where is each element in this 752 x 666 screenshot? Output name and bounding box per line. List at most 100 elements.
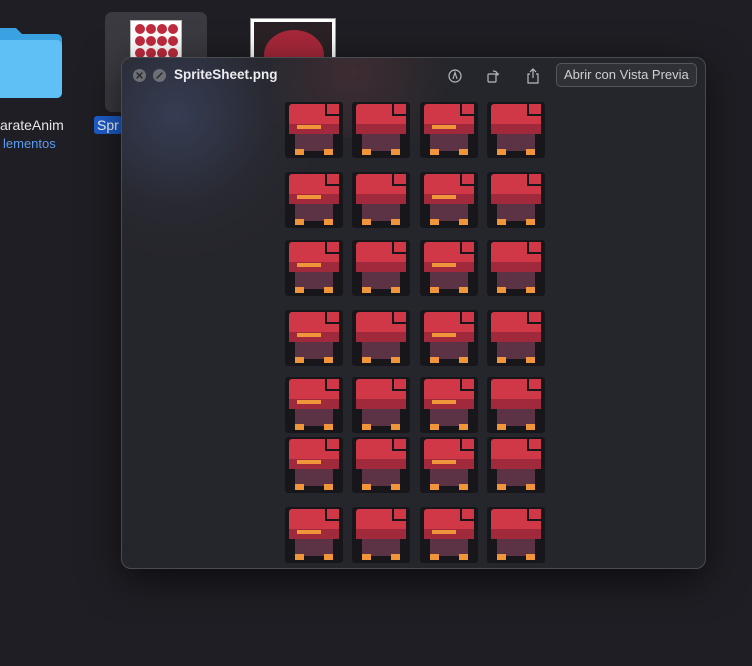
sprite-knot [325,437,341,451]
sprite-foot1 [295,149,304,155]
sprite-foot1 [362,219,371,225]
sprite-band [432,460,456,464]
sprite-knot [460,310,476,324]
sprite-band [432,333,456,337]
sprite-frame [285,435,343,493]
sprite-foot2 [526,424,535,430]
sprite-knot [325,240,341,254]
sprite-foot1 [430,484,439,490]
sprite-knot [527,102,543,116]
sprite-knot [392,240,408,254]
sprite-sheet-preview [285,100,557,568]
open-with-preview-button[interactable]: Abrir con Vista Previa [556,63,697,87]
sprite-head-shade [356,124,406,134]
sprite-foot2 [526,219,535,225]
sprite-head-shade [356,332,406,342]
sprite-frame [487,238,545,296]
sprite-foot2 [324,357,333,363]
sprite-foot1 [295,287,304,293]
sprite-frame [420,375,478,433]
sprite-frame [352,308,410,366]
sprite-foot2 [324,424,333,430]
sprite-foot1 [497,424,506,430]
sprite-knot [527,172,543,186]
sprite-foot2 [459,357,468,363]
sprite-band [297,460,321,464]
sprite-foot1 [430,219,439,225]
sprite-foot2 [324,287,333,293]
sprite-foot1 [497,484,506,490]
sprite-foot2 [391,219,400,225]
sprite-band [432,125,456,129]
sprite-foot1 [497,554,506,560]
sprite-foot2 [526,554,535,560]
sprite-foot1 [295,424,304,430]
sprite-foot1 [295,484,304,490]
sprite-foot2 [459,149,468,155]
sprite-foot2 [459,424,468,430]
sprite-knot [527,240,543,254]
sprite-frame [420,435,478,493]
folder-icon[interactable] [0,20,62,98]
folder-name-label[interactable]: arateAnim [0,117,64,133]
sprite-frame [352,375,410,433]
markup-pen-icon [448,69,462,83]
sprite-foot2 [526,149,535,155]
sprite-frame [352,100,410,158]
sprite-foot2 [459,287,468,293]
sprite-foot1 [362,149,371,155]
sprite-frame [285,308,343,366]
sprite-frame [420,238,478,296]
sprite-knot [392,437,408,451]
sprite-foot2 [391,149,400,155]
sprite-foot2 [459,484,468,490]
sprite-frame [487,375,545,433]
sprite-foot2 [391,424,400,430]
sprite-knot [460,507,476,521]
sprite-foot2 [324,219,333,225]
sprite-foot2 [324,484,333,490]
sprite-head-shade [356,399,406,409]
close-button[interactable] [133,69,146,82]
sprite-foot1 [362,357,371,363]
sprite-frame [420,100,478,158]
fullscreen-icon [156,72,163,79]
share-button[interactable] [524,67,542,85]
selected-file-name[interactable]: Spr [94,116,122,134]
sprite-frame [487,505,545,563]
sprite-frame [285,238,343,296]
sprite-band [297,530,321,534]
sprite-foot1 [430,357,439,363]
sprite-knot [460,437,476,451]
sprite-frame [487,308,545,366]
sprite-frame [487,435,545,493]
sprite-foot2 [526,357,535,363]
sprite-band [432,195,456,199]
sprite-foot2 [391,484,400,490]
sprite-foot1 [497,219,506,225]
sprite-knot [527,437,543,451]
sprite-knot [325,172,341,186]
rotate-button[interactable] [484,67,502,85]
sprite-knot [325,377,341,391]
fullscreen-button[interactable] [153,69,166,82]
quicklook-window: SpriteSheet.png Abrir con Vista Previa [121,57,706,569]
sprite-foot2 [526,484,535,490]
sprite-frame [285,100,343,158]
sprite-foot1 [430,149,439,155]
sprite-frame [352,505,410,563]
markup-button[interactable] [446,67,464,85]
sprite-knot [527,507,543,521]
sprite-foot2 [391,357,400,363]
sprite-foot1 [362,484,371,490]
sprite-frame [420,170,478,228]
sprite-knot [460,102,476,116]
sprite-foot1 [497,357,506,363]
sprite-band [432,400,456,404]
sprite-head-shade [491,399,541,409]
sprite-foot1 [497,287,506,293]
sprite-foot1 [430,287,439,293]
quicklook-titlebar: SpriteSheet.png Abrir con Vista Previa [122,58,705,94]
sprite-head-shade [491,332,541,342]
sprite-band [297,333,321,337]
